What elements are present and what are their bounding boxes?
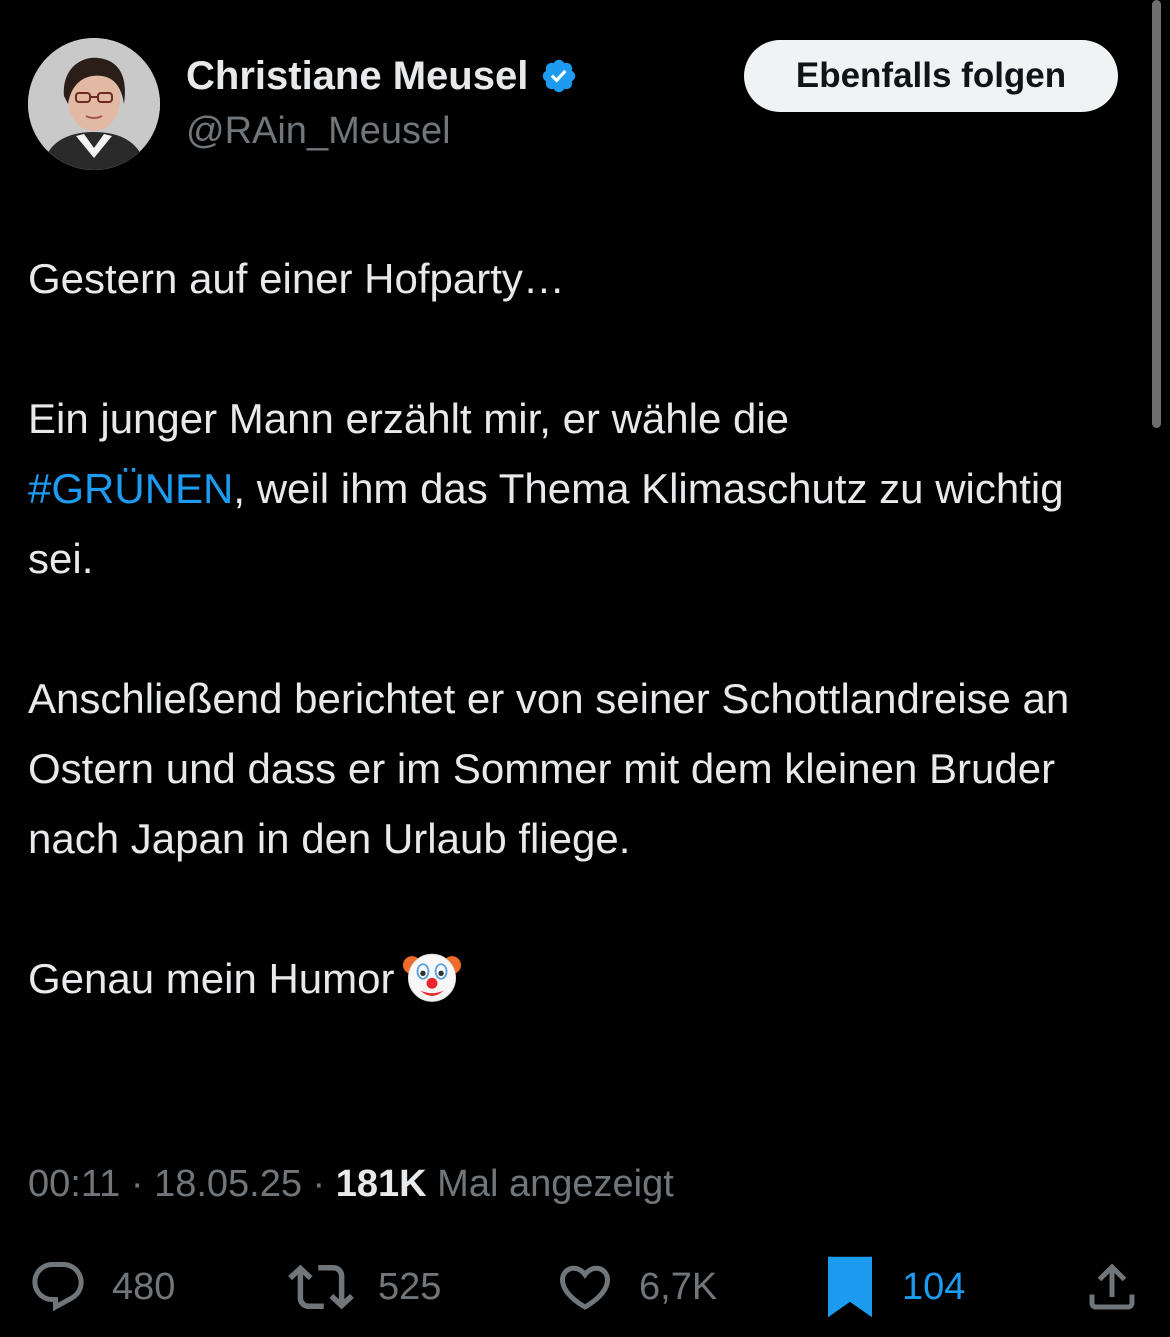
reply-button[interactable]: 480 <box>28 1252 175 1322</box>
tweet-meta: 00:11 · 18.05.25 · 181K Mal angezeigt <box>28 1163 674 1205</box>
action-bar: 480 525 6,7K 104 <box>0 1252 1170 1322</box>
repost-icon <box>288 1264 354 1310</box>
tweet-paragraph: Anschließend berichtet er von seiner Sch… <box>28 675 1070 862</box>
scrollbar[interactable] <box>1152 0 1161 428</box>
reply-count: 480 <box>112 1265 176 1308</box>
like-button[interactable]: 6,7K <box>555 1252 717 1322</box>
follow-back-button[interactable]: Ebenfalls folgen <box>744 40 1118 112</box>
tweet-text: Gestern auf einer Hofparty… Ein junger M… <box>28 244 1138 1014</box>
bookmark-button[interactable]: 104 <box>822 1252 965 1322</box>
clown-face-icon <box>402 953 461 1002</box>
timestamp-time[interactable]: 00:11 <box>28 1163 120 1205</box>
repost-button[interactable]: 525 <box>288 1252 441 1322</box>
avatar[interactable] <box>28 38 160 170</box>
verified-badge-icon <box>543 59 576 93</box>
share-icon <box>1089 1263 1135 1310</box>
tweet-detail: Christiane Meusel @RAin_Meusel Ebenfalls… <box>0 0 1170 1337</box>
repost-count: 525 <box>378 1265 442 1308</box>
bookmark-count: 104 <box>902 1265 966 1308</box>
author-name-row[interactable]: Christiane Meusel <box>186 50 578 102</box>
reply-icon <box>32 1262 84 1312</box>
like-count: 6,7K <box>639 1265 718 1308</box>
tweet-paragraph: Genau mein Humor <box>28 944 1138 1014</box>
hashtag-link[interactable]: #GRÜNEN <box>28 465 233 512</box>
bookmark-icon <box>828 1256 872 1318</box>
author-handle[interactable]: @RAin_Meusel <box>186 106 451 156</box>
share-button[interactable] <box>1082 1252 1142 1322</box>
tweet-paragraph: Gestern auf einer Hofparty… <box>28 255 565 302</box>
timestamp-date[interactable]: 18.05.25 <box>154 1163 302 1205</box>
like-icon <box>559 1265 611 1310</box>
view-count-label: Mal angezeigt <box>426 1163 674 1205</box>
avatar-photo <box>28 38 160 170</box>
display-name[interactable]: Christiane Meusel <box>186 50 528 102</box>
view-count: 181K <box>335 1163 427 1205</box>
tweet-paragraph: Ein junger Mann erzählt mir, er wähle di… <box>28 395 1064 582</box>
